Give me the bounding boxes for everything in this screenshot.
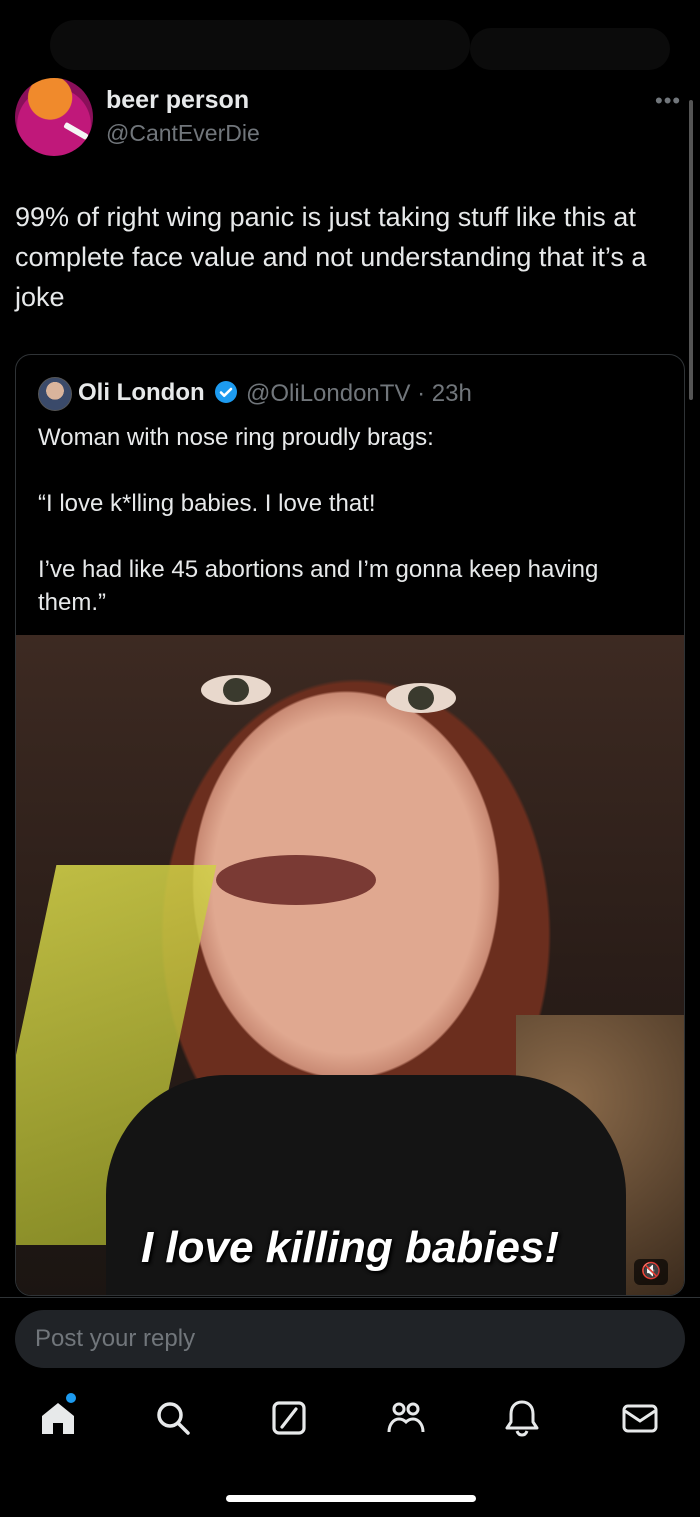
more-icon[interactable]: ••• <box>655 88 681 114</box>
author-display-name[interactable]: beer person <box>106 86 249 115</box>
quoted-paragraph: Woman with nose ring proudly brags: <box>38 424 434 451</box>
video-frame-detail <box>386 683 456 713</box>
quoted-paragraph: “I love k*lling babies. I love that! <box>38 490 376 517</box>
video-frame-detail <box>201 675 271 705</box>
scrollbar[interactable] <box>689 100 693 400</box>
bottom-nav <box>0 1398 700 1448</box>
post-header: beer person @CantEverDie ••• <box>15 78 685 158</box>
quoted-paragraph: I’ve had like 45 abortions and I’m gonna… <box>38 556 599 616</box>
communities-icon[interactable] <box>386 1398 426 1438</box>
quoted-avatar[interactable] <box>38 377 72 411</box>
post-text: 99% of right wing panic is just taking s… <box>15 202 647 312</box>
quoted-handle-time: @OliLondonTV · 23h <box>246 380 472 407</box>
search-icon[interactable] <box>153 1398 193 1438</box>
video-caption: I love killing babies! <box>140 1223 560 1272</box>
video-frame-detail <box>216 855 376 905</box>
grok-icon[interactable] <box>269 1398 309 1438</box>
author-handle[interactable]: @CantEverDie <box>106 120 260 147</box>
home-indicator[interactable] <box>226 1495 476 1502</box>
verified-badge-icon <box>215 381 237 403</box>
avatar[interactable] <box>15 78 93 156</box>
notifications-icon[interactable] <box>502 1398 542 1438</box>
status-bar <box>0 0 700 78</box>
messages-icon[interactable] <box>620 1398 660 1438</box>
quoted-post[interactable]: Oli London @OliLondonTV · 23h Woman with… <box>15 354 685 1296</box>
home-icon[interactable] <box>38 1398 78 1438</box>
reply-input[interactable]: Post your reply <box>15 1310 685 1368</box>
quoted-text: Woman with nose ring proudly brags: “I l… <box>38 421 668 652</box>
reply-bar: Post your reply <box>0 1297 700 1517</box>
mute-icon[interactable]: 🔇 <box>634 1259 668 1285</box>
redacted-area <box>50 20 470 70</box>
home-notification-dot <box>66 1393 76 1403</box>
video-player[interactable]: I love killing babies! 🔇 <box>16 635 684 1295</box>
quoted-author-name[interactable]: Oli London <box>78 379 205 407</box>
redacted-area <box>470 28 670 70</box>
